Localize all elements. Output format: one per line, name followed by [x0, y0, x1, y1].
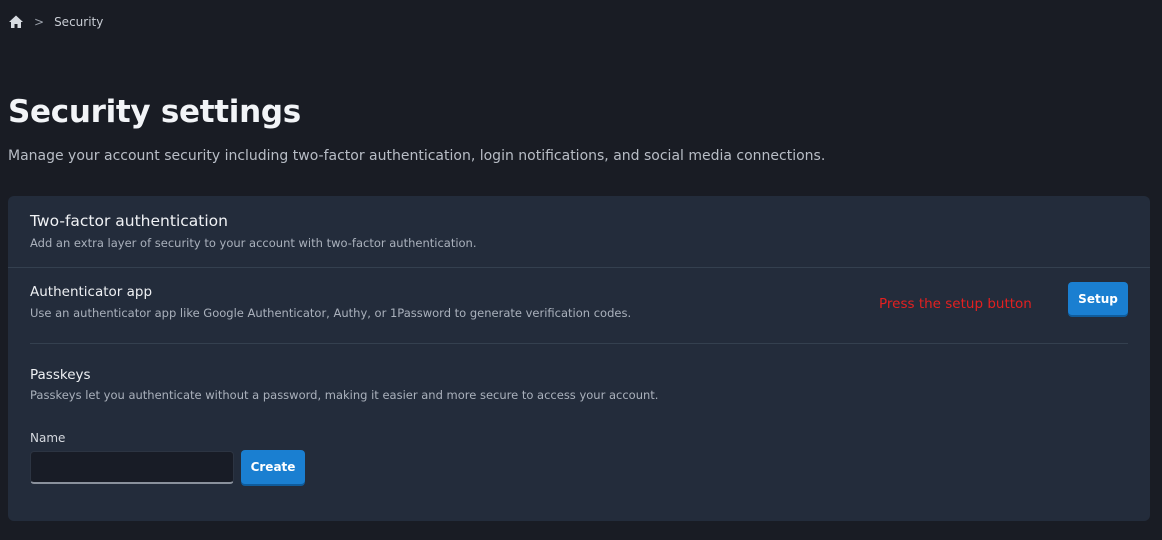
card-title: Two-factor authentication — [30, 212, 228, 230]
setup-button[interactable]: Setup — [1068, 282, 1128, 315]
two-factor-card: Two-factor authentication Add an extra l… — [8, 196, 1150, 521]
passkey-name-input[interactable] — [30, 451, 234, 484]
page-title: Security settings — [8, 94, 301, 130]
page-description: Manage your account security including t… — [8, 148, 826, 164]
home-icon[interactable] — [8, 14, 24, 30]
authenticator-app-title: Authenticator app — [30, 284, 153, 300]
card-header: Two-factor authentication Add an extra l… — [8, 196, 1150, 268]
section-divider — [30, 343, 1128, 344]
create-passkey-button[interactable]: Create — [241, 450, 305, 484]
name-field-label: Name — [30, 431, 66, 445]
setup-hint: Press the setup button — [879, 296, 1032, 312]
breadcrumb-separator: > — [34, 15, 45, 29]
breadcrumb: > Security — [8, 13, 103, 31]
authenticator-app-description: Use an authenticator app like Google Aut… — [30, 306, 632, 320]
passkeys-description: Passkeys let you authenticate without a … — [30, 388, 659, 402]
card-subtitle: Add an extra layer of security to your a… — [30, 236, 477, 250]
passkeys-title: Passkeys — [30, 367, 91, 383]
breadcrumb-current: Security — [54, 15, 104, 29]
